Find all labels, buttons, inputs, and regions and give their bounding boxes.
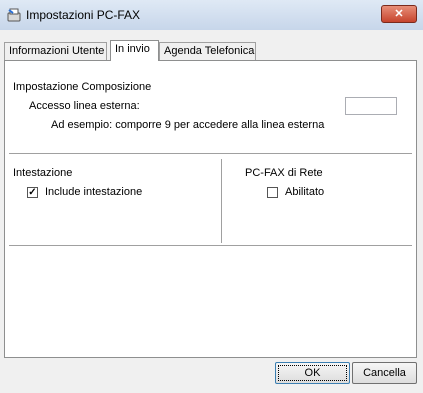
network-enabled-label: Abilitato <box>285 186 325 198</box>
title-bar: Impostazioni PC-FAX ✕ <box>0 0 423 30</box>
focus-rect <box>278 365 347 381</box>
network-section-title: PC-FAX di Rete <box>245 167 323 179</box>
section-divider <box>9 153 412 155</box>
network-enabled-checkbox[interactable] <box>267 187 278 198</box>
fax-icon <box>7 8 21 22</box>
close-button[interactable]: ✕ <box>381 5 417 23</box>
section-divider <box>9 245 412 247</box>
checkmark-icon: ✓ <box>28 187 37 198</box>
tab-label: In invio <box>115 43 150 55</box>
tab-label: Informazioni Utente <box>9 45 105 57</box>
outside-line-label: Accesso linea esterna: <box>29 100 140 112</box>
dialing-example-text: Ad esempio: comporre 9 per accedere alla… <box>51 119 325 131</box>
include-header-label: Include intestazione <box>45 186 143 198</box>
header-section-title: Intestazione <box>13 167 73 179</box>
include-header-checkbox[interactable]: ✓ <box>27 187 38 198</box>
cancel-label: Cancella <box>363 367 406 379</box>
tab-panel-in-invio: Impostazione Composizione Accesso linea … <box>4 60 417 358</box>
tab-informazioni-utente[interactable]: Informazioni Utente <box>4 42 107 60</box>
dialing-section-title: Impostazione Composizione <box>13 81 152 93</box>
dialog-body: Informazioni Utente In invio Agenda Tele… <box>0 30 423 393</box>
cancel-button[interactable]: Cancella <box>352 362 417 384</box>
tab-label: Agenda Telefonica <box>164 45 255 57</box>
tab-in-invio[interactable]: In invio <box>110 40 159 61</box>
window-title: Impostazioni PC-FAX <box>26 8 141 22</box>
ok-button[interactable]: OK <box>275 362 350 384</box>
section-divider-vertical <box>221 159 223 243</box>
tab-agenda-telefonica[interactable]: Agenda Telefonica <box>159 42 256 60</box>
outside-line-input[interactable] <box>345 97 397 115</box>
close-icon: ✕ <box>394 8 404 20</box>
